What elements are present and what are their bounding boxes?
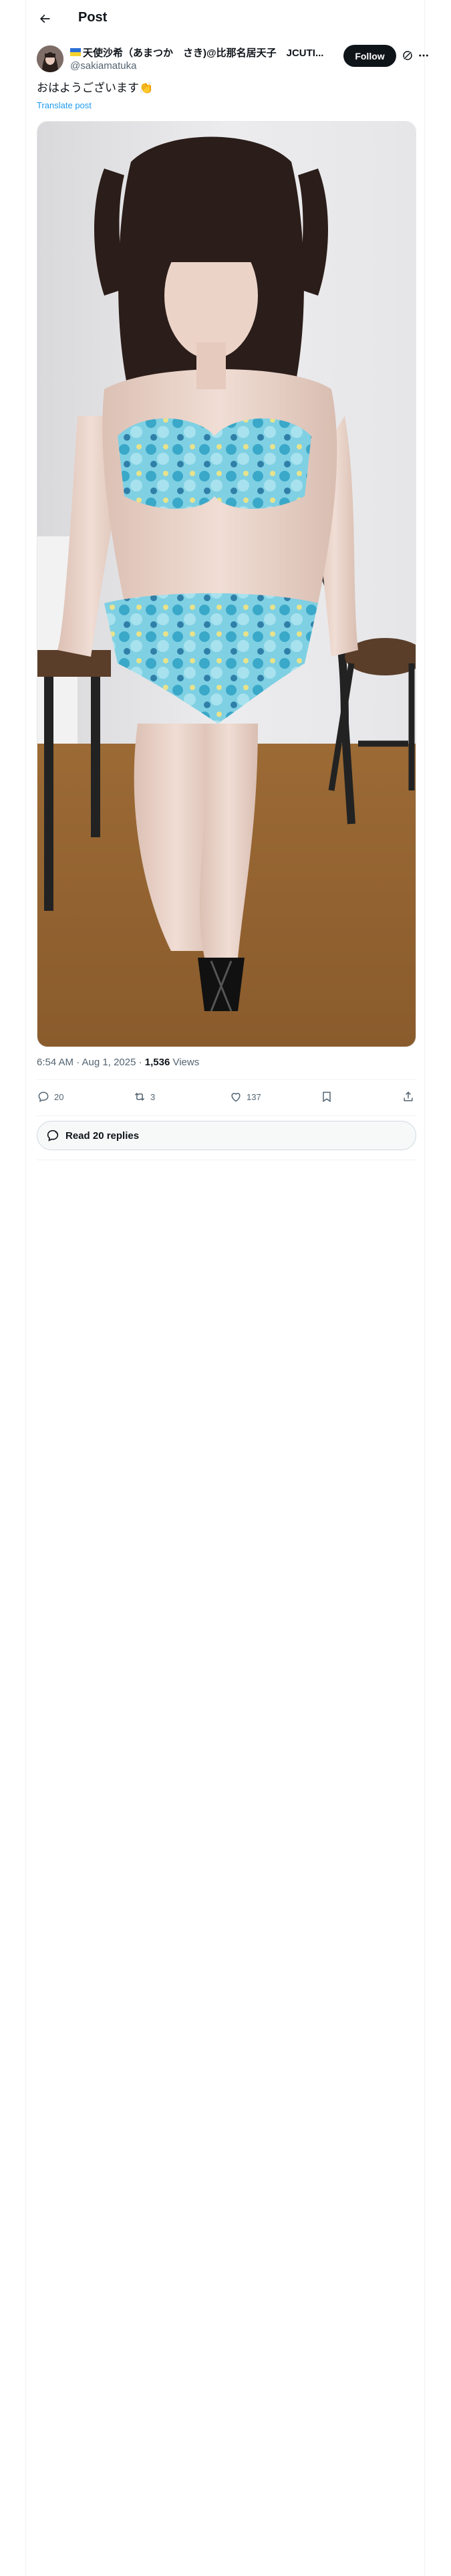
repost-count: 3	[150, 1091, 156, 1102]
views-count: 1,536	[144, 1057, 170, 1068]
author-handle[interactable]: @sakiamatuka	[70, 60, 136, 72]
like-count: 137	[247, 1091, 261, 1102]
bookmark-button[interactable]	[320, 1090, 333, 1103]
avatar[interactable]	[37, 45, 63, 72]
divider	[37, 1079, 416, 1080]
post-time[interactable]: 6:54 AM · Aug 1, 2025 ·	[37, 1057, 145, 1068]
translate-post-link[interactable]: Translate post	[37, 100, 92, 110]
follow-button[interactable]: Follow	[343, 45, 396, 67]
share-icon	[404, 1091, 413, 1101]
grok-icon[interactable]	[400, 48, 415, 63]
page-title: Post	[78, 10, 108, 25]
author-name[interactable]: 天使沙希（あまつか さき)@比那名居天子 JCUTI...	[83, 45, 323, 60]
repost-button[interactable]: 3	[133, 1090, 155, 1103]
read-replies-label: Read 20 replies	[65, 1130, 140, 1142]
top-bar: Post	[26, 0, 426, 35]
post-meta: 6:54 AM · Aug 1, 2025 · 1,536 Views	[37, 1057, 199, 1068]
heart-icon	[231, 1093, 241, 1102]
author-name-row[interactable]: 天使沙希（あまつか さき)@比那名居天子 JCUTI...	[70, 45, 337, 59]
main-column: Post 天使沙希（あまつか さき)@比那名居天子 JCUTI... @saki…	[25, 0, 428, 2576]
reply-count: 20	[54, 1091, 64, 1102]
arrow-left-icon	[40, 14, 50, 23]
post-text: おはようございます👏	[37, 82, 154, 94]
more-options-icon[interactable]	[416, 48, 431, 63]
back-button[interactable]	[35, 9, 54, 28]
read-replies-button[interactable]: Read 20 replies	[37, 1121, 416, 1150]
like-button[interactable]: 137	[229, 1090, 261, 1103]
reply-icon	[47, 1130, 59, 1142]
share-button[interactable]	[402, 1090, 415, 1103]
action-bar: 20 3 137	[37, 1085, 416, 1111]
reply-button[interactable]: 20	[37, 1090, 63, 1103]
views-label: Views	[170, 1057, 200, 1068]
reply-icon	[38, 1091, 49, 1102]
post-photo[interactable]	[37, 121, 416, 1047]
bookmark-icon	[323, 1091, 331, 1103]
divider	[37, 1115, 416, 1116]
repost-icon	[134, 1092, 145, 1101]
ukraine-flag-icon	[70, 48, 81, 56]
